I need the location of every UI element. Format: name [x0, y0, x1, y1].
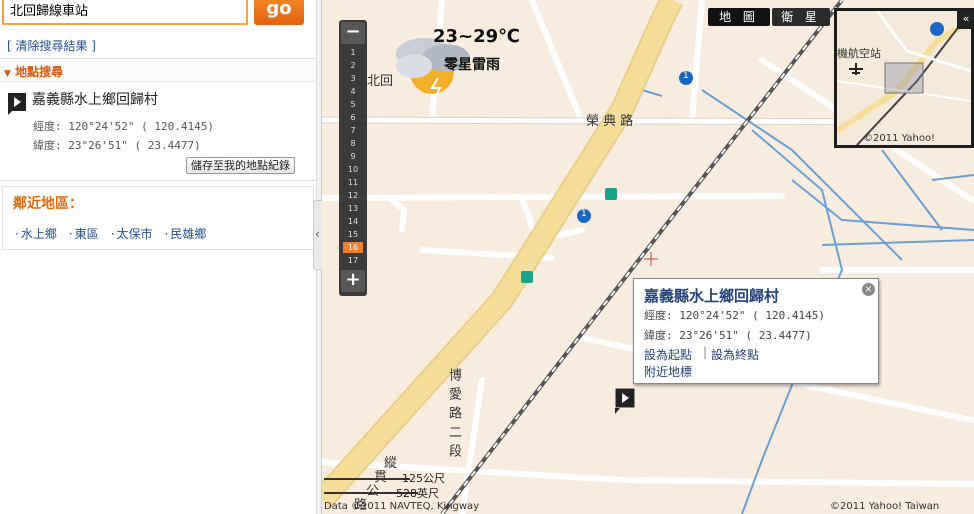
- section-header[interactable]: ▼ 地點搜尋: [0, 58, 316, 82]
- clear-results-link[interactable]: [ 清除搜尋結果 ]: [7, 37, 96, 54]
- popup-longitude: 經度: 120°24'52" ( 120.4145): [644, 309, 825, 322]
- nearby-landmarks-link[interactable]: 附近地標: [644, 363, 692, 380]
- nearby-item[interactable]: 東區: [69, 225, 99, 242]
- zoom-level-11[interactable]: 11: [343, 177, 363, 188]
- search-row: 北回歸線車站 go: [0, 0, 316, 28]
- zoom-level-9[interactable]: 9: [343, 151, 363, 162]
- result-title[interactable]: 嘉義縣水上鄉回歸村: [32, 89, 158, 109]
- zoom-level-2[interactable]: 2: [343, 60, 363, 71]
- zoom-level-15[interactable]: 15: [343, 229, 363, 240]
- section-title-text: 地點搜尋: [15, 65, 64, 79]
- save-location-button[interactable]: 儲存至我的地點紀錄: [186, 157, 295, 174]
- weather-description: 零星雷雨: [444, 57, 500, 73]
- zoom-level-1[interactable]: 1: [343, 47, 363, 58]
- nearby-list: 水上鄉 東區 太保市 民雄鄉: [15, 225, 218, 242]
- nearby-item[interactable]: 水上鄉: [15, 225, 57, 242]
- popup-latitude: 緯度: 23°26'51" ( 23.4477): [644, 329, 812, 342]
- minimap-collapse-button[interactable]: «: [957, 11, 974, 29]
- nearby-title: 鄰近地區：: [13, 196, 83, 212]
- map-copyright: ©2011 Yahoo! Taiwan: [830, 501, 940, 512]
- zoom-level-4[interactable]: 4: [343, 86, 363, 97]
- overview-minimap[interactable]: 機航空站 ©2011 Yahoo! «: [834, 8, 974, 148]
- set-start-link[interactable]: 設為起點: [644, 346, 692, 363]
- zoom-level-8[interactable]: 8: [343, 138, 363, 149]
- map-canvas[interactable]: 1 1 榮 典 路 北回 博愛路二段 縱 貫 公 路 23~29℃ 零星雷雨 −…: [322, 0, 974, 514]
- data-credit: Data ©2011 NAVTEQ, Kingway: [324, 501, 480, 512]
- divider: [0, 180, 316, 181]
- triangle-down-icon: ▼: [4, 69, 11, 79]
- zoom-level-17[interactable]: 17: [343, 255, 363, 266]
- link-separator: |: [703, 345, 708, 359]
- highway-shield-label: 1: [683, 71, 689, 81]
- zoom-level-14[interactable]: 14: [343, 216, 363, 227]
- set-end-link[interactable]: 設為終點: [711, 346, 759, 363]
- satellite-view-button[interactable]: 衛 星: [772, 8, 830, 26]
- zoom-out-button[interactable]: −: [341, 22, 365, 44]
- zoom-in-button[interactable]: +: [341, 270, 365, 292]
- zoom-level-5[interactable]: 5: [343, 99, 363, 110]
- search-input[interactable]: 北回歸線車站: [2, 0, 248, 25]
- scale-bar-metric: [324, 478, 410, 480]
- flag-marker-icon[interactable]: [8, 93, 26, 115]
- weather-temperature: 23~29℃: [433, 26, 520, 47]
- section-title: ▼ 地點搜尋: [4, 63, 63, 80]
- minimap-place-label: 機航空站: [837, 47, 881, 60]
- result-longitude: 經度: 120°24'52" ( 120.4145): [33, 120, 214, 133]
- highway-shield-label: 1: [581, 209, 587, 219]
- chevron-left-icon: ‹: [315, 227, 320, 241]
- zoom-level-10[interactable]: 10: [343, 164, 363, 175]
- location-info-popup: 嘉義縣水上鄉回歸村 × 經度: 120°24'52" ( 120.4145) 緯…: [633, 278, 879, 384]
- left-panel: 北回歸線車站 go [ 清除搜尋結果 ] ▼ 地點搜尋 嘉義縣水上鄉回歸村 經度…: [0, 0, 316, 514]
- scale-imperial-label: 528英尺: [396, 487, 439, 500]
- flag-marker-icon[interactable]: [615, 388, 635, 414]
- minimap-copyright: ©2011 Yahoo!: [863, 133, 936, 144]
- zoom-level-7[interactable]: 7: [343, 125, 363, 136]
- road-label-rongdian: 榮 典 路: [586, 114, 634, 129]
- nearby-item[interactable]: 民雄鄉: [165, 225, 206, 242]
- zoom-level-13[interactable]: 13: [343, 203, 363, 214]
- road-label-boai: 博愛路二段: [446, 368, 461, 463]
- zoom-control: − + 1 2 3 4 5 6 7 8 9 10 11 12 13 14 15 16 17: [339, 20, 367, 296]
- nearby-item[interactable]: 太保市: [111, 225, 153, 242]
- road-label-gong: 公: [366, 480, 379, 499]
- nearby-box: 鄰近地區： 水上鄉 東區 太保市 民雄鄉: [2, 186, 314, 250]
- popup-title: 嘉義縣水上鄉回歸村: [644, 287, 780, 305]
- zoom-level-3[interactable]: 3: [343, 73, 363, 84]
- scale-metric-label: 125公尺: [402, 472, 445, 485]
- minimap-roads: [837, 11, 971, 145]
- zoom-level-12[interactable]: 12: [343, 190, 363, 201]
- close-icon[interactable]: ×: [862, 283, 875, 296]
- go-button[interactable]: go: [254, 0, 304, 25]
- zoom-level-16[interactable]: 16: [343, 242, 363, 253]
- zoom-level-6[interactable]: 6: [343, 112, 363, 123]
- result-latitude: 緯度: 23°26'51" ( 23.4477): [33, 139, 201, 152]
- map-view-button[interactable]: 地 圖: [708, 8, 770, 26]
